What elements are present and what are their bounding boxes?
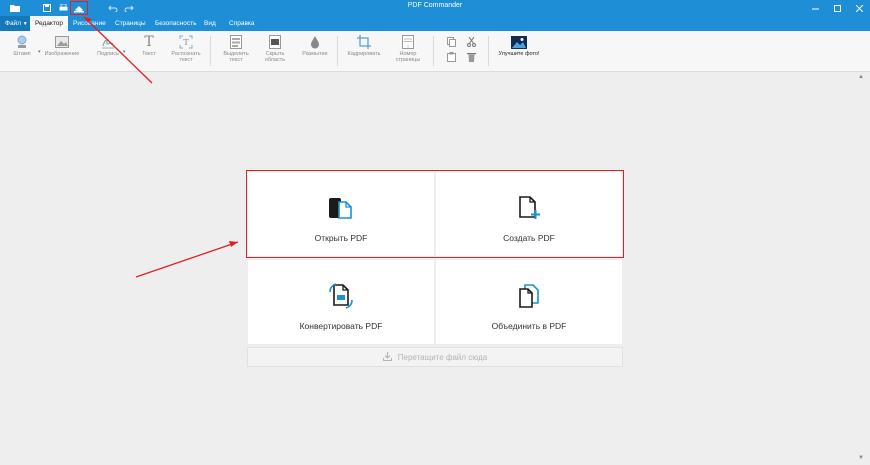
image-label: Изображение [44,51,80,57]
scroll-down-icon[interactable]: ▼ [858,455,864,461]
minimize-button[interactable] [804,0,826,16]
delete-icon[interactable] [466,52,476,62]
ribbon-separator [210,36,211,66]
arrow-to-cards [135,241,239,278]
image-button[interactable]: Изображение [42,35,82,57]
highlight-text-label: Выделить текст [223,51,249,63]
tab-editor[interactable]: Редактор [30,16,68,31]
open-create-highlight-box [246,170,624,258]
highlight-text-button[interactable]: Выделить текст [216,35,256,63]
ribbon-separator [337,36,338,66]
page-number-icon: 1 [401,35,415,49]
arrow-head [229,241,238,247]
crop-icon [357,35,371,49]
scroll-up-icon[interactable]: ▲ [858,74,864,80]
text-label: Текст [142,51,156,57]
highlight-text-icon [229,35,243,49]
title-bar: PDF Commander [0,0,870,16]
merge-pdf-icon [516,282,542,310]
svg-text:T: T [183,38,189,47]
signature-label: Подпись [97,51,119,57]
copy-icon[interactable] [446,37,456,47]
stamp-button[interactable]: Штамп [2,35,42,57]
blur-label: Размытие [302,51,328,57]
page-number-label: Номер страницы [395,51,421,63]
merge-pdf-card[interactable]: Объединить в PDF [436,260,622,344]
crop-label: Кадрировать [347,51,381,57]
image-icon [55,35,69,49]
ribbon-separator [433,36,434,66]
recognize-text-button[interactable]: T Распознать текст [166,35,206,63]
recognize-text-icon: T [179,35,193,49]
text-icon: T [144,34,154,50]
stamp-dropdown-icon[interactable]: ▾ [38,49,41,55]
page-number-button[interactable]: 1 Номер страницы [388,35,428,63]
blur-drop-icon [308,35,322,49]
photo-icon [511,35,527,49]
menu-bar: Файл ▼ Редактор Рисование Страницы Безоп… [0,16,870,31]
hide-area-icon [268,35,282,49]
convert-pdf-card[interactable]: Конвертировать PDF [248,260,434,344]
text-button[interactable]: T Текст [129,34,169,57]
tab-security[interactable]: Безопасность [150,16,201,31]
blur-button[interactable]: Размытие [295,35,335,57]
merge-pdf-label: Объединить в PDF [491,321,567,331]
ribbon-separator [488,36,489,66]
hide-area-label: Скрыть область [264,51,286,63]
scan-highlight-box [70,1,88,15]
tab-drawing[interactable]: Рисование [68,16,111,31]
signature-icon [101,35,115,49]
maximize-button[interactable] [826,0,848,16]
dropdown-caret-icon: ▼ [22,21,28,27]
paste-icon[interactable] [446,52,456,62]
window-title: PDF Commander [407,2,463,9]
stamp-icon [15,35,29,49]
hide-area-button[interactable]: Скрыть область [255,35,295,63]
signature-dropdown-icon[interactable]: ▾ [123,49,126,55]
drop-zone-label: Перетащите файл сюда [397,352,488,362]
signature-button[interactable]: Подпись [88,35,128,57]
close-button[interactable] [848,0,870,16]
enhance-photo-label: Улучшите фото! [498,51,540,57]
crop-button[interactable]: Кадрировать [344,35,384,57]
stamp-label: Штамп [13,51,31,57]
download-icon [382,348,392,366]
file-menu[interactable]: Файл ▼ [0,16,30,31]
tab-view[interactable]: Вид [199,16,221,31]
convert-pdf-label: Конвертировать PDF [299,321,383,331]
enhance-photo-button[interactable]: Улучшите фото! [496,35,542,57]
tab-pages[interactable]: Страницы [110,16,151,31]
recognize-text-label: Распознать текст [171,51,201,63]
cut-icon[interactable] [466,37,476,47]
ribbon-toolbar: Штамп ▾ Изображение Подпись ▾ T Текст T … [0,31,870,72]
drop-zone[interactable]: Перетащите файл сюда [247,347,623,367]
convert-pdf-icon [328,282,354,310]
tab-help[interactable]: Справка [224,16,260,31]
file-menu-label: Файл [5,20,21,27]
